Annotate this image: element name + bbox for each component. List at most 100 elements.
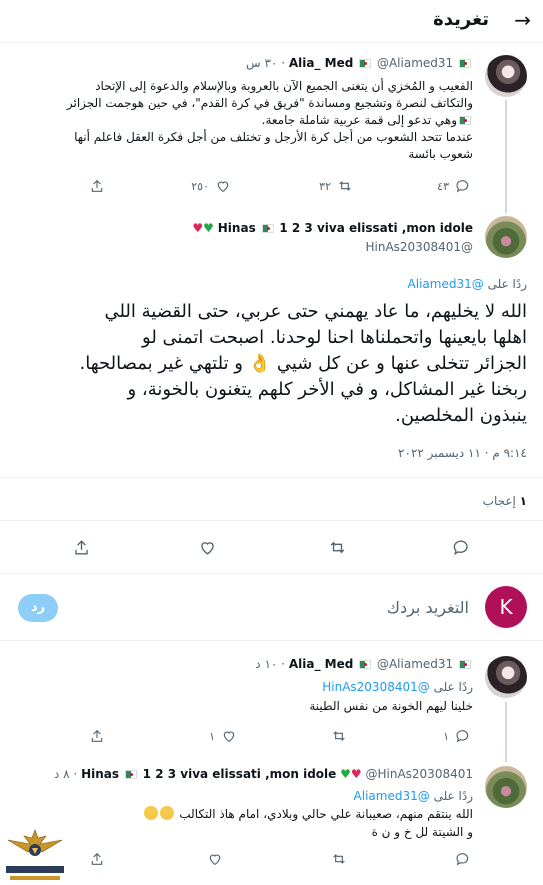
sad-face-icon (144, 806, 159, 820)
share-button[interactable] (89, 851, 105, 867)
avatar-current-user[interactable]: K (485, 586, 527, 628)
avatar-alia[interactable] (485, 55, 527, 97)
share-button[interactable] (72, 538, 91, 557)
tweet2-line: الجزائر تتخلى عنها و عن كل شيي 👌 و تلتهي… (79, 353, 527, 374)
tweet2-handle[interactable]: @HinAs20308401 (365, 240, 473, 254)
green-heart-icon: ♥ (203, 221, 214, 235)
retweet-icon (330, 541, 345, 554)
red-heart-icon: ♥ (192, 221, 204, 235)
mention-link[interactable]: @HinAs20308401 (322, 680, 430, 694)
tweet4-name-rest: 1 2 3 viva elissati ,mon idole (142, 767, 337, 781)
share-button[interactable] (89, 728, 105, 744)
reply-input[interactable]: التغريد بردك (387, 598, 469, 617)
reply-count: ١ (443, 729, 449, 743)
heart-icon (217, 181, 229, 193)
tweet1-header: Alia_ Med @Aliamed31 · ٣٠ س (246, 56, 473, 70)
tweet3-replying: ردًا على @HinAs20308401 (322, 680, 473, 694)
green-heart-icon: ♥ (340, 767, 351, 781)
tweet3-time[interactable]: ١٠ د (255, 657, 277, 671)
like-button[interactable]: ٢٥٠ (191, 178, 231, 194)
retweet-button[interactable] (331, 728, 347, 744)
retweet-button[interactable] (331, 851, 347, 867)
algeria-flag-icon (261, 224, 274, 233)
reply-button[interactable]: ٤٣ (437, 178, 471, 194)
retweet-button[interactable] (328, 538, 347, 557)
tweet1-time[interactable]: ٣٠ س (246, 56, 277, 70)
tweet4-replying: ردًا على @Aliamed31 (353, 789, 473, 803)
avatar-alia[interactable] (485, 656, 527, 698)
tweet4-actions (0, 851, 543, 871)
reply-icon (456, 180, 469, 193)
red-heart-icon: ♥ (350, 767, 362, 781)
page-header: → تغريدة (0, 0, 543, 43)
share-icon (75, 540, 88, 555)
algeria-flag-icon (459, 59, 471, 68)
algeria-flag-icon (459, 116, 471, 125)
like-count: ٢٥٠ (191, 179, 209, 193)
tweet1-line: شعوب بائسة (408, 147, 473, 161)
tweet4-header: Hinas 1 2 3 viva elissati ,mon idole ♥♥ … (53, 767, 473, 781)
tweet1-line: وهي تدعو إلى قمة عربية شاملة جامعة. (262, 112, 473, 129)
retweet-button[interactable]: ٣٢ (319, 178, 353, 194)
like-button[interactable] (198, 538, 217, 557)
algeria-flag-icon (124, 770, 137, 779)
tweet2-replying: ردًا على @Aliamed31 (407, 277, 527, 291)
heart-icon (209, 854, 221, 866)
share-icon (91, 729, 103, 742)
tweet2-line: اهلها بايعينها واتحملناها احنا لوحدنا. ا… (142, 327, 527, 348)
retweet-icon (339, 181, 351, 191)
tweet4-handle[interactable]: @HinAs20308401 (365, 767, 473, 781)
reply-submit-button[interactable]: رد (18, 594, 58, 622)
avatar-hinas[interactable] (485, 216, 527, 258)
tweet2-line: ينبذون المخلصين. (395, 405, 527, 426)
tweet1-handle[interactable]: @Aliamed31 (377, 56, 453, 70)
tweet1-name[interactable]: Alia_ Med (289, 56, 353, 70)
like-button[interactable] (207, 851, 223, 867)
back-arrow-icon[interactable]: → (514, 8, 531, 32)
tweet4-name[interactable]: Hinas (81, 767, 119, 781)
divider (0, 520, 543, 521)
divider (0, 640, 543, 641)
tweet2-line: الله لا يخليهم، ما عاد يهمني حتى عربي، ح… (104, 301, 527, 322)
like-button[interactable]: ١ (209, 728, 237, 744)
retweet-count: ٣٢ (319, 179, 331, 193)
arab-defense-forum-logo (6, 829, 64, 880)
tweet1-actions: ٤٣ ٣٢ ٢٥٠ (0, 178, 543, 198)
tweet3-header: Alia_ Med @Aliamed31 · ١٠ د (255, 657, 473, 671)
tweet3-name[interactable]: Alia_ Med (289, 657, 353, 671)
reply-button[interactable] (455, 851, 471, 867)
tweet4-time[interactable]: ٨ د (54, 767, 70, 781)
share-button[interactable] (89, 178, 105, 194)
tweet2-name: Hinas (217, 221, 256, 235)
sad-face-icon (160, 806, 175, 820)
algeria-flag-icon (459, 660, 471, 669)
reply-icon (456, 730, 469, 743)
mention-link[interactable]: @Aliamed31 (408, 277, 484, 291)
share-icon (91, 852, 103, 865)
mention-link[interactable]: @Aliamed31 (354, 789, 430, 803)
avatar-hinas[interactable] (485, 766, 527, 808)
tweet3-text: خلينا ليهم الخونة من نفس الطينة (309, 699, 473, 713)
tweet4-line: و الشيتة لل خ و ن ة (371, 825, 473, 839)
reply-count: ٤٣ (437, 179, 449, 193)
tweet4-line: الله ينتقم منهم، صعيبانة علي حالي وبلادي… (143, 806, 473, 823)
tweet1-line: الفعيب و المُخزي أن يتغنى الجميع الآن با… (95, 79, 473, 93)
divider (0, 573, 543, 574)
retweet-icon (333, 854, 345, 864)
divider (0, 477, 543, 478)
like-count: ١ (209, 729, 215, 743)
page-title: تغريدة (433, 9, 489, 30)
tweet3-handle[interactable]: @Aliamed31 (377, 657, 453, 671)
tweet1-line: والتكاتف لنصرة وتشجيع ومساندة "فريق في ك… (66, 96, 473, 110)
tweet2-line: ربخنا غير المشاكل، و في الأخر كلهم يتغنو… (127, 379, 527, 400)
tweet2-actions (0, 538, 543, 558)
algeria-flag-icon (359, 59, 372, 68)
heart-icon (201, 542, 214, 555)
tweet1-line: عندما تتحد الشعوب من أجل كرة الأرجل و تخ… (74, 130, 473, 144)
reply-button[interactable]: ١ (443, 728, 471, 744)
tweet2-timestamp[interactable]: ٩:١٤ م · ١١ ديسمبر ٢٠٢٢ (398, 446, 527, 460)
tweet2-name-row[interactable]: Hinas 1 2 3 viva elissati ,mon idole ♥♥ (192, 221, 473, 235)
likes-summary[interactable]: ١ إعجاب (483, 494, 527, 508)
tweet3-actions: ١ ١ (0, 728, 543, 748)
reply-button[interactable] (452, 538, 471, 557)
